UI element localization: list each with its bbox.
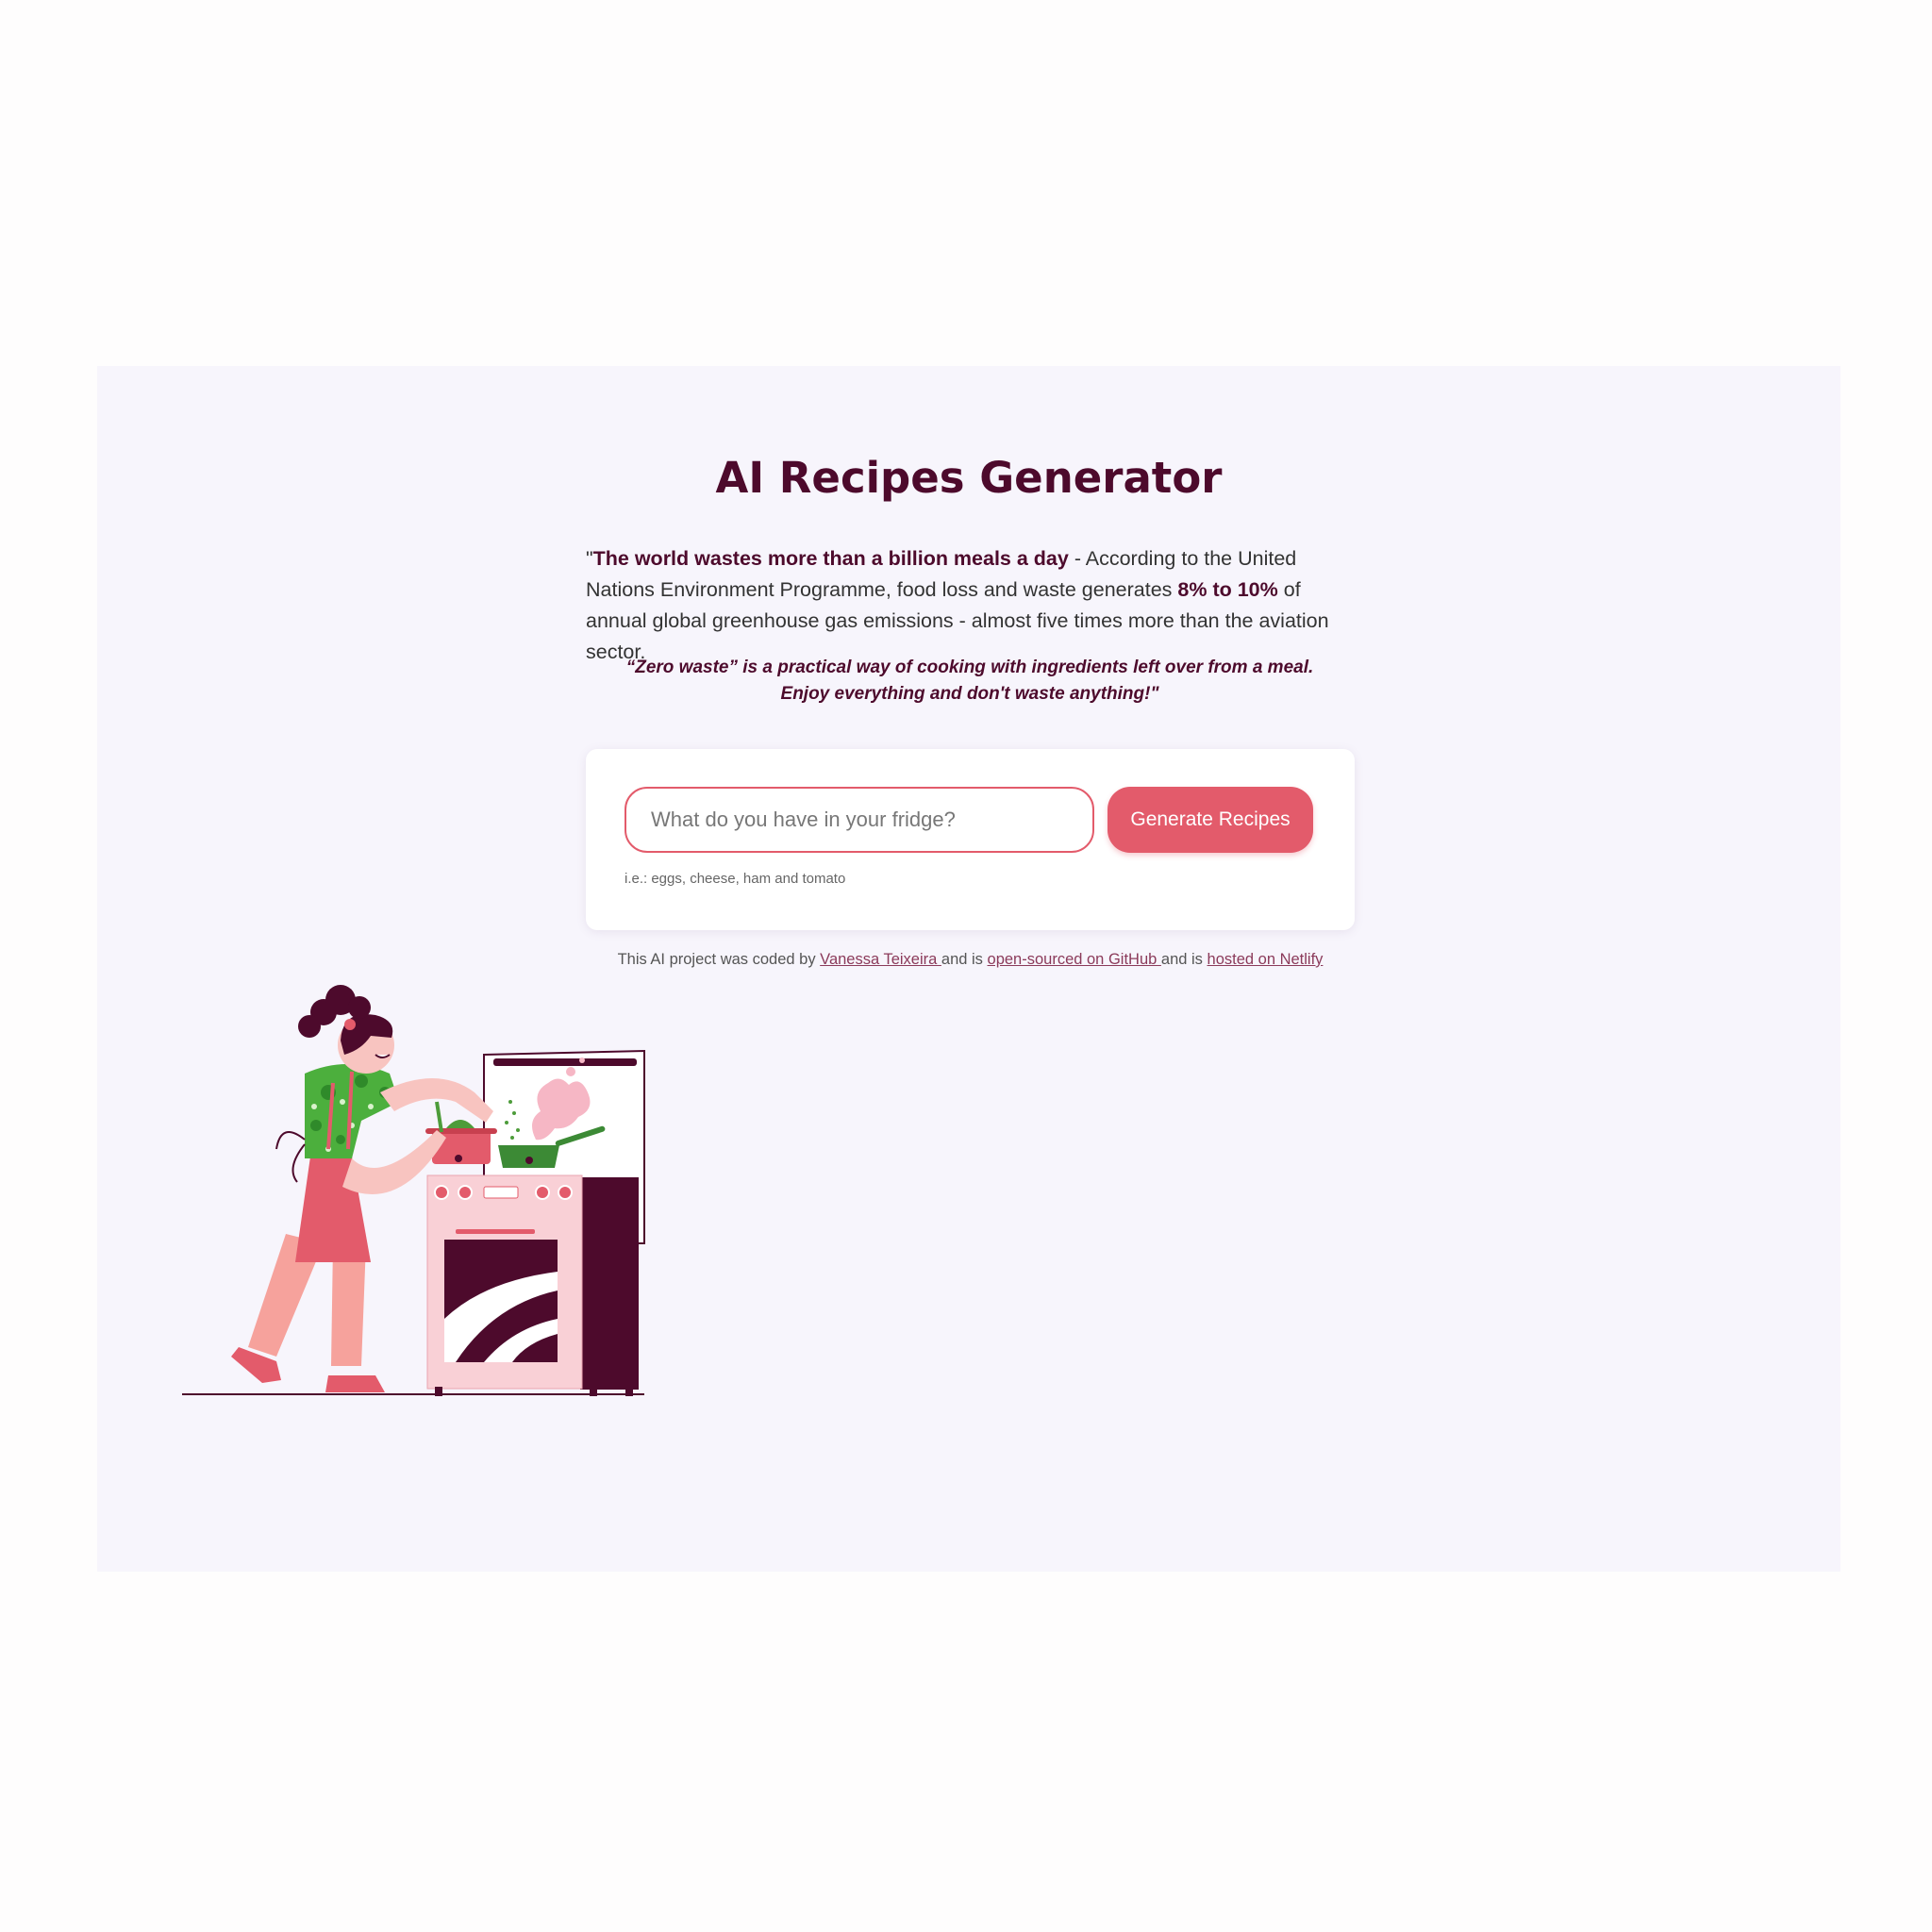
page-title: AI Recipes Generator	[715, 453, 1223, 503]
oven-knob-icon	[458, 1185, 473, 1200]
author-link[interactable]: Vanessa Teixeira	[820, 951, 941, 968]
zero-waste-quote: “Zero waste” is a practical way of cooki…	[625, 658, 1314, 704]
input-hint: i.e.: eggs, cheese, ham and tomato	[625, 871, 846, 887]
intro-paragraph: "The world wastes more than a billion me…	[586, 543, 1355, 668]
intro-open-quote: "	[586, 547, 593, 570]
fridge-ingredients-input[interactable]	[625, 787, 1094, 853]
oven-knob-icon	[434, 1185, 449, 1200]
oven-knob-icon	[558, 1185, 573, 1200]
main-panel: AI Recipes Generator "The world wastes m…	[97, 366, 1840, 1572]
netlify-link[interactable]: hosted on Netlify	[1208, 951, 1324, 968]
intro-bold-statement: The world wastes more than a billion mea…	[592, 547, 1069, 570]
oven-front	[426, 1174, 583, 1396]
github-link[interactable]: open-sourced on GitHub	[988, 951, 1161, 968]
recipe-form-card: Generate Recipes i.e.: eggs, cheese, ham…	[586, 749, 1355, 930]
credits-footer: This AI project was coded by Vanessa Tei…	[586, 951, 1355, 969]
credits-text-3: and is	[1160, 951, 1208, 968]
woman-cooking-illustration	[182, 985, 645, 1396]
oven-side	[580, 1177, 639, 1396]
oven-knob-icon	[535, 1185, 550, 1200]
credits-text-2: and is	[941, 951, 988, 968]
generate-recipes-button[interactable]: Generate Recipes	[1108, 787, 1313, 853]
intro-bold-percent: 8% to 10%	[1177, 578, 1278, 601]
